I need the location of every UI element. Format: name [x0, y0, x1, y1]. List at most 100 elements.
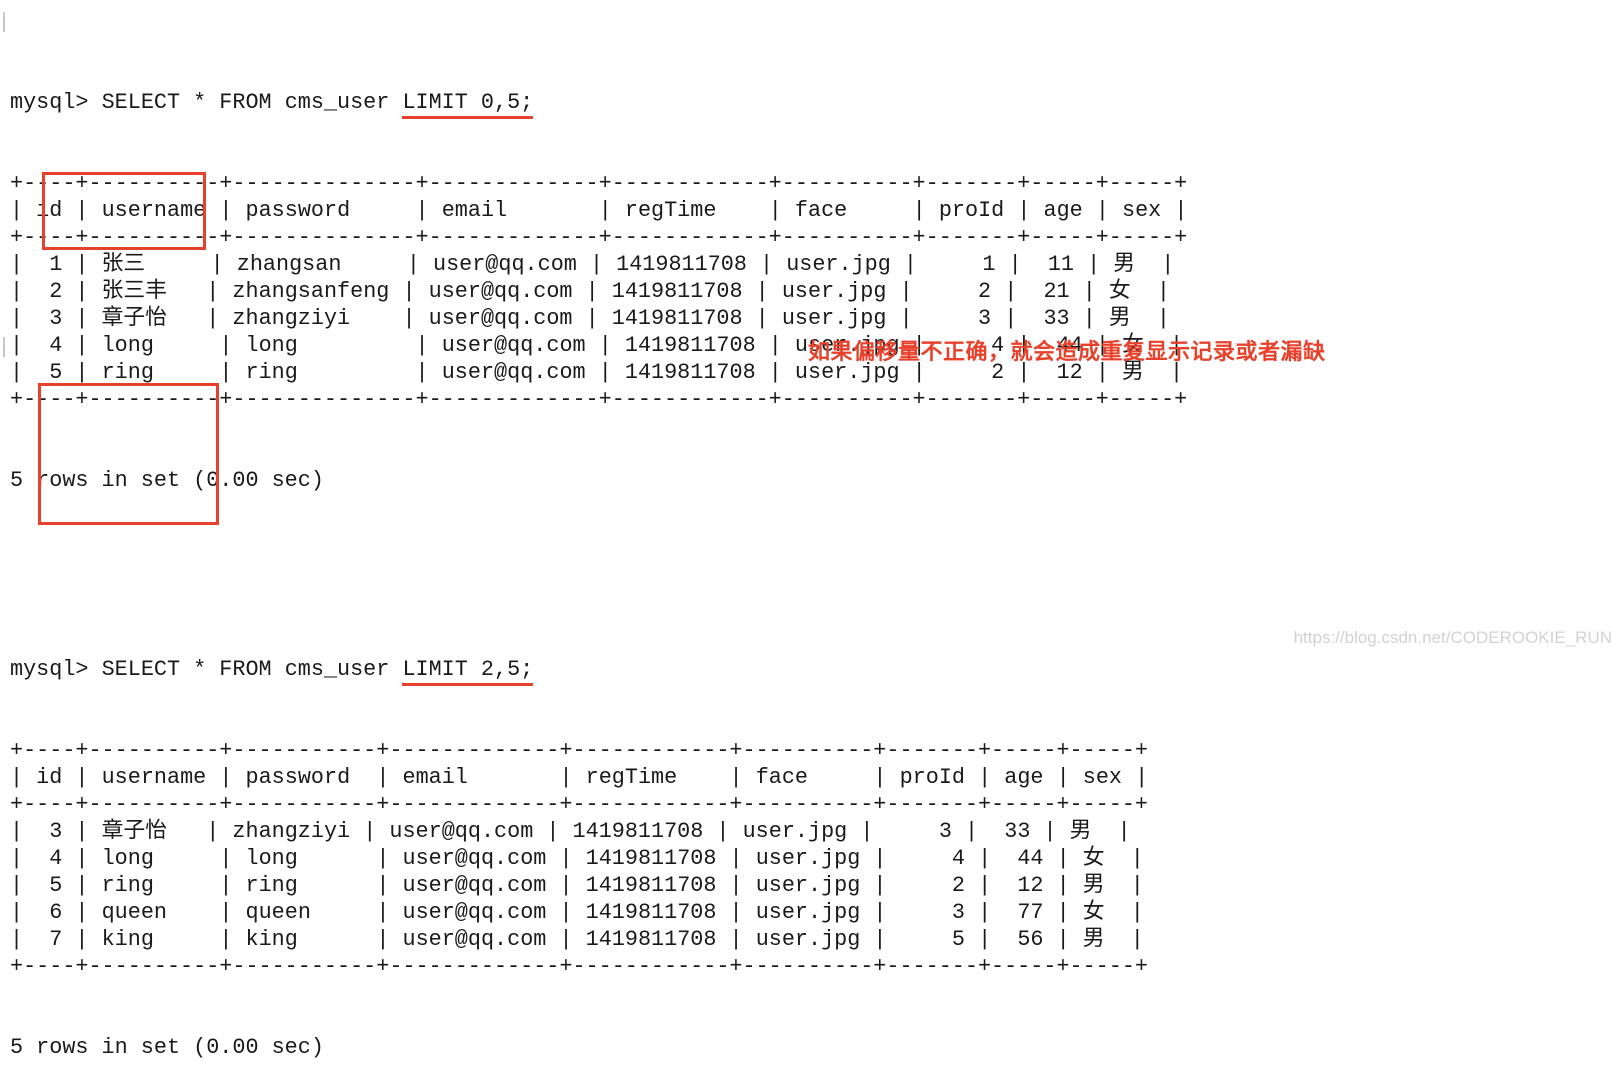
table-cell-password: zhangsanfeng	[219, 279, 403, 304]
table-cell-age: 12	[991, 873, 1057, 898]
table-cell-id: 6	[23, 900, 76, 925]
column-header-password: password	[232, 198, 416, 223]
table-cell-username: long	[88, 846, 220, 871]
highlight-box-duplicate-rows-2	[38, 383, 219, 525]
column-header-email: email	[389, 765, 560, 790]
result-table-2: +----+----------+-----------+-----------…	[10, 737, 1187, 980]
table-cell-sex: 女	[1095, 279, 1157, 304]
limit-clause-highlight: LIMIT 2,5;	[402, 657, 534, 682]
table-cell-proid: 2	[912, 279, 1005, 304]
table-row: | 4 | long | long | user@qq.com | 141981…	[10, 846, 1144, 871]
table-cell-email: user@qq.com	[389, 873, 560, 898]
table-cell-proid: 5	[886, 927, 979, 952]
table-cell-password: zhangsan	[223, 252, 407, 277]
table-row: | 3 | 章子怡 | zhangziyi | user@qq.com | 14…	[10, 306, 1170, 331]
table-cell-face: user.jpg	[729, 819, 861, 844]
table-cell-id: 7	[23, 927, 76, 952]
table-cell-sex: 男	[1100, 252, 1162, 277]
table-cell-username: ring	[88, 873, 220, 898]
terminal-output: mysql> SELECT * FROM cms_user LIMIT 0,5;…	[10, 8, 1187, 1088]
table-cell-id: 5	[23, 360, 76, 385]
table-cell-username: queen	[88, 900, 220, 925]
table-cell-regtime: 1419811708	[598, 279, 756, 304]
table-cell-id: 3	[23, 819, 76, 844]
annotation-text: 如果偏移量不正确，就会造成重复显示记录或者漏缺	[808, 340, 1326, 365]
table-cell-regtime: 1419811708	[598, 306, 756, 331]
table-cell-email: user@qq.com	[428, 333, 599, 358]
table-cell-email: user@qq.com	[415, 306, 586, 331]
table-cell-face: user.jpg	[742, 873, 874, 898]
table-header-row: | id | username | password | email | reg…	[10, 765, 1149, 790]
table-cell-proid: 3	[873, 819, 965, 844]
prompt: mysql>	[10, 90, 89, 115]
table-cell-email: user@qq.com	[376, 819, 547, 844]
table-cell-password: long	[232, 333, 416, 358]
table-cell-sex: 女	[1069, 846, 1131, 871]
table-cell-age: 11	[1021, 252, 1088, 277]
table-row: | 3 | 章子怡 | zhangziyi | user@qq.com | 14…	[10, 819, 1131, 844]
column-header-id: id	[23, 765, 76, 790]
table-cell-email: user@qq.com	[428, 360, 599, 385]
table-cell-id: 4	[23, 333, 76, 358]
table-cell-sex: 女	[1069, 900, 1131, 925]
table-cell-password: queen	[232, 900, 377, 925]
table-cell-proid: 4	[886, 846, 979, 871]
table-row: | 6 | queen | queen | user@qq.com | 1419…	[10, 900, 1144, 925]
table-cell-password: zhangziyi	[219, 306, 403, 331]
table-cell-face: user.jpg	[768, 306, 900, 331]
watermark: https://blog.csdn.net/CODEROOKIE_RUN	[1293, 628, 1612, 647]
query-command: SELECT * FROM cms_user	[101, 90, 403, 115]
query-line-1: mysql> SELECT * FROM cms_user LIMIT 0,5;	[10, 89, 1187, 116]
table-cell-username: 张三丰	[88, 279, 207, 304]
table-cell-sex: 男	[1069, 873, 1131, 898]
table-cell-proid: 2	[886, 873, 979, 898]
table-cell-regtime: 1419811708	[611, 360, 769, 385]
table-cell-regtime: 1419811708	[572, 873, 730, 898]
table-cell-email: user@qq.com	[389, 900, 560, 925]
table-cell-regtime: 1419811708	[611, 333, 769, 358]
table-cell-id: 1	[23, 252, 76, 277]
table-cell-regtime: 1419811708	[572, 846, 730, 871]
table-cell-age: 44	[991, 846, 1057, 871]
table-border: +----+----------+-----------+-----------…	[10, 792, 1148, 817]
table-cell-username: 章子怡	[88, 306, 207, 331]
column-header-password: password	[232, 765, 377, 790]
column-header-regtime: regTime	[611, 198, 769, 223]
table-cell-face: user.jpg	[773, 252, 904, 277]
table-border: +----+----------+-----------+-----------…	[10, 738, 1148, 763]
table-cell-username: 章子怡	[88, 819, 207, 844]
table-cell-age: 56	[991, 927, 1057, 952]
column-header-regtime: regTime	[572, 765, 730, 790]
table-cell-regtime: 1419811708	[559, 819, 717, 844]
column-header-face: face	[781, 198, 913, 223]
column-header-age: age	[991, 765, 1057, 790]
table-cell-age: 21	[1017, 279, 1083, 304]
table-cell-id: 4	[23, 846, 76, 871]
table-cell-username: long	[88, 333, 220, 358]
table-cell-sex: 男	[1056, 819, 1118, 844]
table-cell-proid: 3	[886, 900, 979, 925]
table-cell-username: ring	[88, 360, 220, 385]
table-row: | 2 | 张三丰 | zhangsanfeng | user@qq.com |…	[10, 279, 1170, 304]
table-cell-age: 33	[1017, 306, 1083, 331]
table-cell-password: ring	[232, 873, 377, 898]
table-cell-age: 33	[978, 819, 1044, 844]
column-header-age: age	[1030, 198, 1096, 223]
table-cell-email: user@qq.com	[389, 927, 560, 952]
query-line-2: mysql> SELECT * FROM cms_user LIMIT 2,5;	[10, 656, 1187, 683]
table-cell-username: 张三	[88, 252, 211, 277]
table-border: +----+----------+-----------+-----------…	[10, 954, 1148, 979]
table-cell-sex: 男	[1069, 927, 1131, 952]
table-cell-password: long	[232, 846, 377, 871]
table-cell-regtime: 1419811708	[572, 927, 730, 952]
table-row: | 7 | king | king | user@qq.com | 141981…	[10, 927, 1144, 952]
column-header-proid: proId	[886, 765, 979, 790]
table-row: | 5 | ring | ring | user@qq.com | 141981…	[10, 873, 1144, 898]
table-cell-regtime: 1419811708	[603, 252, 761, 277]
column-header-sex: sex	[1108, 198, 1175, 223]
table-cell-username: king	[88, 927, 220, 952]
limit-clause-highlight: LIMIT 0,5;	[402, 90, 534, 115]
column-header-sex: sex	[1069, 765, 1136, 790]
highlight-box-duplicate-rows-1	[42, 172, 206, 250]
table-cell-password: zhangziyi	[219, 819, 364, 844]
